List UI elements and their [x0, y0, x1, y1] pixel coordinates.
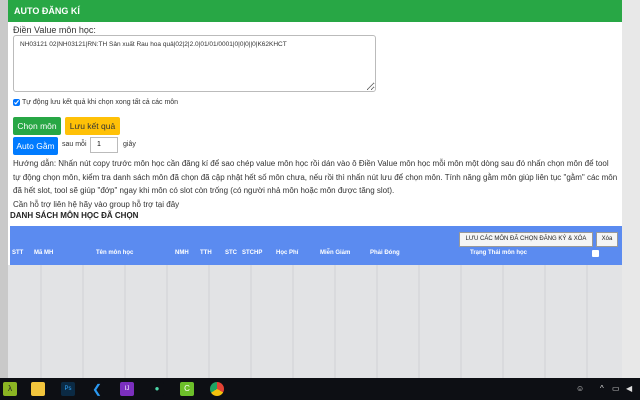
- auto-save-checkbox[interactable]: [13, 99, 20, 106]
- interval-input[interactable]: 1: [90, 137, 118, 153]
- col-code: Mã MH: [34, 250, 54, 256]
- interval-suffix: giây: [123, 141, 136, 148]
- auto-save-label: Tự động lưu kết quả khi chọn xong tất cả…: [22, 99, 179, 106]
- selected-courses-table: LƯU CÁC MÔN ĐÃ CHỌN ĐĂNG KÝ & XÓA Xóa ST…: [10, 226, 622, 265]
- taskbar: λ Ps ❮ IJ ● C ☺ ^ ▭ ◀: [0, 378, 640, 400]
- scrollbar[interactable]: [622, 0, 640, 378]
- guide-text: Hướng dẫn: Nhấn nút copy trước môn học c…: [13, 157, 618, 211]
- guide-body: Hướng dẫn: Nhấn nút copy trước môn học c…: [13, 159, 618, 195]
- col-status: Trạng Thái môn học: [470, 250, 528, 256]
- col-fee: Học Phí: [276, 250, 299, 256]
- chrome-icon[interactable]: [210, 382, 224, 396]
- col-stchp: STCHP: [242, 250, 263, 256]
- auto-register-panel: AUTO ĐĂNG KÍ Điền Value môn học: Tự động…: [8, 0, 622, 265]
- save-result-button[interactable]: Lưu kết quả: [65, 117, 120, 135]
- left-edge: [0, 0, 8, 378]
- lambda-app-icon[interactable]: λ: [3, 382, 17, 396]
- value-label: Điền Value môn học:: [13, 25, 96, 35]
- panel-title: AUTO ĐĂNG KÍ: [8, 0, 622, 22]
- photoshop-icon[interactable]: Ps: [61, 382, 75, 396]
- choose-course-button[interactable]: Chọn môn: [13, 117, 61, 135]
- battery-icon[interactable]: ▭: [612, 384, 620, 393]
- col-payable: Phải Đóng: [370, 250, 400, 256]
- support-link[interactable]: Cần hỗ trợ liên hệ hãy vào group hỗ trợ …: [13, 200, 179, 209]
- gitkraken-icon[interactable]: ●: [150, 382, 164, 396]
- value-textarea[interactable]: [13, 35, 376, 92]
- col-stc: STC: [225, 250, 237, 256]
- auto-save-option[interactable]: Tự động lưu kết quả khi chọn xong tất cả…: [13, 99, 178, 106]
- camtasia-icon[interactable]: C: [180, 382, 194, 396]
- col-tth: TTH: [200, 250, 212, 256]
- col-stt: STT: [12, 250, 24, 256]
- volume-icon[interactable]: ◀: [626, 384, 632, 393]
- delete-button[interactable]: Xóa: [596, 232, 618, 247]
- intellij-icon[interactable]: IJ: [120, 382, 134, 396]
- people-icon[interactable]: ☺: [576, 384, 584, 393]
- file-explorer-icon[interactable]: [31, 382, 45, 396]
- interval-prefix: sau mỗi: [62, 141, 87, 148]
- selected-list-title: DANH SÁCH MÔN HỌC ĐÃ CHỌN: [10, 211, 139, 220]
- col-nmh: NMH: [175, 250, 189, 256]
- auto-grab-button[interactable]: Auto Gằm: [13, 137, 58, 155]
- save-and-delete-button[interactable]: LƯU CÁC MÔN ĐÃ CHỌN ĐĂNG KÝ & XÓA: [459, 232, 593, 247]
- col-name: Tên môn học: [96, 250, 134, 256]
- tray-chevron-icon[interactable]: ^: [600, 384, 604, 393]
- vscode-icon[interactable]: ❮: [90, 382, 104, 396]
- select-all-checkbox[interactable]: [592, 250, 599, 257]
- col-discount: Miễn Giảm: [320, 250, 351, 256]
